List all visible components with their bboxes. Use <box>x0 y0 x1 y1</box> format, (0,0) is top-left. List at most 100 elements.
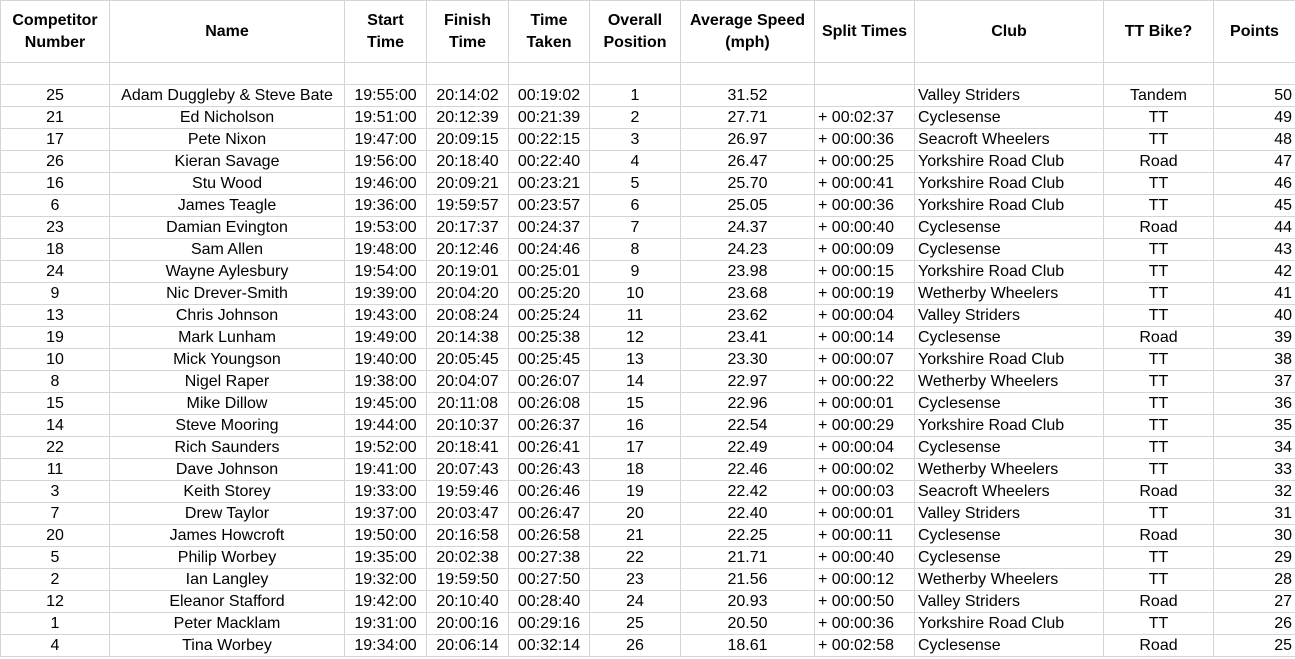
tt-bike-cell[interactable]: TT <box>1103 260 1214 283</box>
split-time-cell[interactable]: + 00:00:15 <box>814 260 915 283</box>
empty-cell[interactable] <box>1213 62 1295 85</box>
overall-position-cell[interactable]: 14 <box>589 370 681 393</box>
time-taken-cell[interactable]: 00:26:41 <box>508 436 590 459</box>
tt-bike-cell[interactable]: Road <box>1103 590 1214 613</box>
competitor-number-cell[interactable]: 23 <box>0 216 110 239</box>
points-cell[interactable]: 37 <box>1213 370 1295 393</box>
club-cell[interactable]: Wetherby Wheelers <box>914 458 1104 481</box>
empty-cell[interactable] <box>0 62 110 85</box>
overall-position-cell[interactable]: 7 <box>589 216 681 239</box>
finish-time-cell[interactable]: 19:59:46 <box>426 480 509 503</box>
points-cell[interactable]: 46 <box>1213 172 1295 195</box>
name-cell[interactable]: Drew Taylor <box>109 502 345 525</box>
header-average-speed[interactable]: Average Speed (mph) <box>680 0 815 63</box>
finish-time-cell[interactable]: 20:07:43 <box>426 458 509 481</box>
overall-position-cell[interactable]: 24 <box>589 590 681 613</box>
name-cell[interactable]: Steve Mooring <box>109 414 345 437</box>
overall-position-cell[interactable]: 26 <box>589 634 681 657</box>
average-speed-cell[interactable]: 22.97 <box>680 370 815 393</box>
name-cell[interactable]: Mark Lunham <box>109 326 345 349</box>
time-taken-cell[interactable]: 00:28:40 <box>508 590 590 613</box>
club-cell[interactable]: Valley Striders <box>914 502 1104 525</box>
club-cell[interactable]: Cyclesense <box>914 216 1104 239</box>
name-cell[interactable]: Pete Nixon <box>109 128 345 151</box>
overall-position-cell[interactable]: 15 <box>589 392 681 415</box>
competitor-number-cell[interactable]: 11 <box>0 458 110 481</box>
start-time-cell[interactable]: 19:34:00 <box>344 634 427 657</box>
empty-cell[interactable] <box>1103 62 1214 85</box>
tt-bike-cell[interactable]: TT <box>1103 392 1214 415</box>
start-time-cell[interactable]: 19:33:00 <box>344 480 427 503</box>
name-cell[interactable]: Sam Allen <box>109 238 345 261</box>
split-time-cell[interactable]: + 00:00:22 <box>814 370 915 393</box>
start-time-cell[interactable]: 19:43:00 <box>344 304 427 327</box>
empty-cell[interactable] <box>914 62 1104 85</box>
finish-time-cell[interactable]: 19:59:57 <box>426 194 509 217</box>
split-time-cell[interactable]: + 00:00:12 <box>814 568 915 591</box>
finish-time-cell[interactable]: 20:06:14 <box>426 634 509 657</box>
club-cell[interactable]: Cyclesense <box>914 238 1104 261</box>
average-speed-cell[interactable]: 25.05 <box>680 194 815 217</box>
average-speed-cell[interactable]: 20.93 <box>680 590 815 613</box>
finish-time-cell[interactable]: 20:12:46 <box>426 238 509 261</box>
club-cell[interactable]: Valley Striders <box>914 590 1104 613</box>
competitor-number-cell[interactable]: 18 <box>0 238 110 261</box>
name-cell[interactable]: Adam Duggleby & Steve Bate <box>109 84 345 107</box>
points-cell[interactable]: 44 <box>1213 216 1295 239</box>
header-club[interactable]: Club <box>914 0 1104 63</box>
split-time-cell[interactable]: + 00:00:19 <box>814 282 915 305</box>
time-taken-cell[interactable]: 00:21:39 <box>508 106 590 129</box>
time-taken-cell[interactable]: 00:25:01 <box>508 260 590 283</box>
competitor-number-cell[interactable]: 10 <box>0 348 110 371</box>
points-cell[interactable]: 48 <box>1213 128 1295 151</box>
start-time-cell[interactable]: 19:40:00 <box>344 348 427 371</box>
average-speed-cell[interactable]: 24.37 <box>680 216 815 239</box>
overall-position-cell[interactable]: 9 <box>589 260 681 283</box>
name-cell[interactable]: Ian Langley <box>109 568 345 591</box>
start-time-cell[interactable]: 19:47:00 <box>344 128 427 151</box>
finish-time-cell[interactable]: 20:10:37 <box>426 414 509 437</box>
empty-cell[interactable] <box>426 62 509 85</box>
time-taken-cell[interactable]: 00:27:38 <box>508 546 590 569</box>
average-speed-cell[interactable]: 25.70 <box>680 172 815 195</box>
tt-bike-cell[interactable]: TT <box>1103 238 1214 261</box>
overall-position-cell[interactable]: 18 <box>589 458 681 481</box>
name-cell[interactable]: Mick Youngson <box>109 348 345 371</box>
competitor-number-cell[interactable]: 26 <box>0 150 110 173</box>
finish-time-cell[interactable]: 20:14:02 <box>426 84 509 107</box>
start-time-cell[interactable]: 19:39:00 <box>344 282 427 305</box>
club-cell[interactable]: Yorkshire Road Club <box>914 348 1104 371</box>
finish-time-cell[interactable]: 20:09:21 <box>426 172 509 195</box>
overall-position-cell[interactable]: 2 <box>589 106 681 129</box>
club-cell[interactable]: Yorkshire Road Club <box>914 150 1104 173</box>
name-cell[interactable]: Philip Worbey <box>109 546 345 569</box>
overall-position-cell[interactable]: 12 <box>589 326 681 349</box>
club-cell[interactable]: Cyclesense <box>914 524 1104 547</box>
club-cell[interactable]: Cyclesense <box>914 326 1104 349</box>
header-tt-bike[interactable]: TT Bike? <box>1103 0 1214 63</box>
points-cell[interactable]: 41 <box>1213 282 1295 305</box>
overall-position-cell[interactable]: 17 <box>589 436 681 459</box>
club-cell[interactable]: Valley Striders <box>914 304 1104 327</box>
overall-position-cell[interactable]: 20 <box>589 502 681 525</box>
points-cell[interactable]: 28 <box>1213 568 1295 591</box>
overall-position-cell[interactable]: 22 <box>589 546 681 569</box>
points-cell[interactable]: 26 <box>1213 612 1295 635</box>
name-cell[interactable]: James Howcroft <box>109 524 345 547</box>
split-time-cell[interactable]: + 00:00:04 <box>814 304 915 327</box>
points-cell[interactable]: 35 <box>1213 414 1295 437</box>
competitor-number-cell[interactable]: 19 <box>0 326 110 349</box>
start-time-cell[interactable]: 19:38:00 <box>344 370 427 393</box>
tt-bike-cell[interactable]: Road <box>1103 480 1214 503</box>
overall-position-cell[interactable]: 16 <box>589 414 681 437</box>
time-taken-cell[interactable]: 00:27:50 <box>508 568 590 591</box>
competitor-number-cell[interactable]: 14 <box>0 414 110 437</box>
average-speed-cell[interactable]: 26.47 <box>680 150 815 173</box>
split-time-cell[interactable]: + 00:00:11 <box>814 524 915 547</box>
split-time-cell[interactable]: + 00:00:01 <box>814 392 915 415</box>
overall-position-cell[interactable]: 6 <box>589 194 681 217</box>
tt-bike-cell[interactable]: TT <box>1103 502 1214 525</box>
club-cell[interactable]: Wetherby Wheelers <box>914 282 1104 305</box>
empty-cell[interactable] <box>814 62 915 85</box>
points-cell[interactable]: 39 <box>1213 326 1295 349</box>
